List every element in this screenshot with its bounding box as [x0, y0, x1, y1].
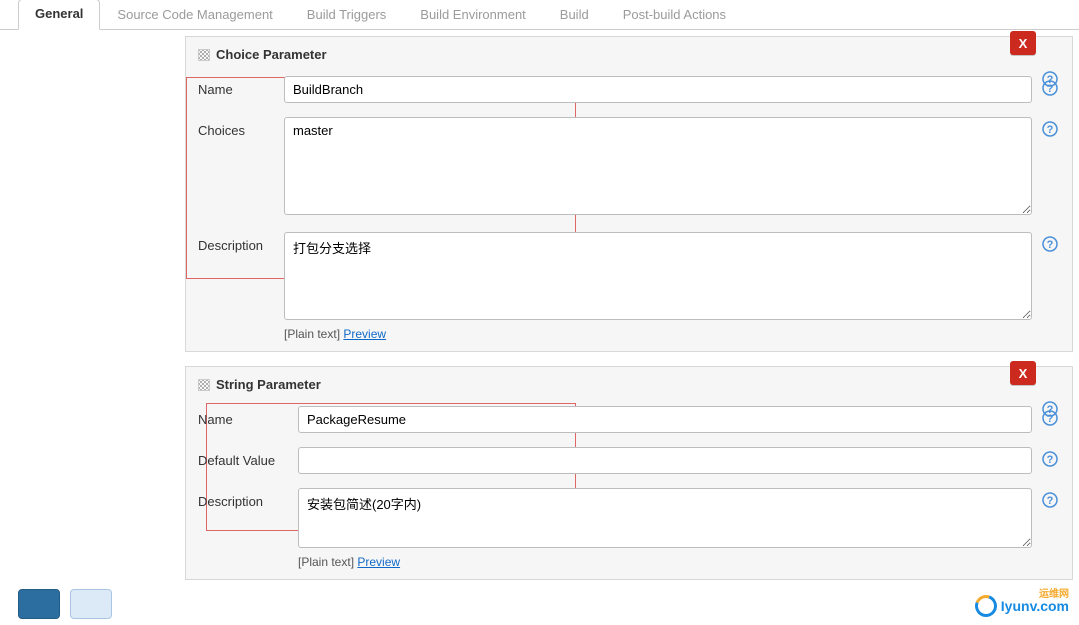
description-label: Description — [198, 232, 284, 253]
watermark-text: Iyunv.com — [1001, 598, 1069, 614]
tab-build-triggers[interactable]: Build Triggers — [290, 0, 403, 30]
plain-text-label: [Plain text] — [284, 327, 340, 341]
action-buttons — [18, 589, 112, 619]
default-value-label: Default Value — [198, 447, 298, 468]
help-icon[interactable]: ? — [1042, 492, 1058, 508]
preview-link[interactable]: Preview — [343, 327, 386, 341]
name-label: Name — [198, 406, 298, 427]
description-textarea[interactable]: 安装包简述(20字内) — [298, 488, 1032, 548]
svg-text:?: ? — [1047, 495, 1054, 507]
name-input[interactable] — [284, 76, 1032, 103]
tab-build[interactable]: Build — [543, 0, 606, 30]
watermark: 运维网 Iyunv.com — [975, 595, 1069, 617]
tab-build-environment[interactable]: Build Environment — [403, 0, 543, 30]
svg-text:?: ? — [1047, 239, 1054, 251]
help-icon[interactable]: ? — [1042, 121, 1058, 137]
config-tabs: General Source Code Management Build Tri… — [0, 0, 1079, 30]
save-button[interactable] — [18, 589, 60, 619]
apply-button[interactable] — [70, 589, 112, 619]
delete-button[interactable]: X — [1010, 31, 1036, 55]
watermark-logo-icon — [971, 591, 1000, 620]
choices-textarea[interactable]: master — [284, 117, 1032, 215]
help-icon[interactable]: ? — [1042, 451, 1058, 467]
tab-post-build[interactable]: Post-build Actions — [606, 0, 743, 30]
description-label: Description — [198, 488, 298, 509]
delete-button[interactable]: X — [1010, 361, 1036, 385]
choices-label: Choices — [198, 117, 284, 138]
preview-link[interactable]: Preview — [357, 555, 400, 569]
svg-text:?: ? — [1047, 454, 1054, 466]
tab-scm[interactable]: Source Code Management — [100, 0, 289, 30]
help-icon[interactable]: ? — [1042, 80, 1058, 96]
name-label: Name — [198, 76, 284, 97]
choice-parameter-block: X ? Choice Parameter Name ? Choices — [185, 36, 1073, 352]
help-icon[interactable]: ? — [1042, 236, 1058, 252]
plain-text-label: [Plain text] — [298, 555, 354, 569]
svg-text:?: ? — [1047, 124, 1054, 136]
format-line: [Plain text] Preview — [298, 555, 1062, 569]
watermark-small: 运维网 — [1039, 585, 1069, 600]
name-input[interactable] — [298, 406, 1032, 433]
svg-text:?: ? — [1047, 413, 1054, 425]
string-parameter-block: X ? String Parameter Name ? Default — [185, 366, 1073, 580]
tab-general[interactable]: General — [18, 0, 100, 30]
drag-handle-icon[interactable] — [198, 379, 210, 391]
param-title: String Parameter — [216, 377, 321, 392]
drag-handle-icon[interactable] — [198, 49, 210, 61]
help-icon[interactable]: ? — [1042, 410, 1058, 426]
default-value-input[interactable] — [298, 447, 1032, 474]
param-title: Choice Parameter — [216, 47, 327, 62]
svg-text:?: ? — [1047, 83, 1054, 95]
description-textarea[interactable]: 打包分支选择 — [284, 232, 1032, 320]
format-line: [Plain text] Preview — [284, 327, 1062, 341]
